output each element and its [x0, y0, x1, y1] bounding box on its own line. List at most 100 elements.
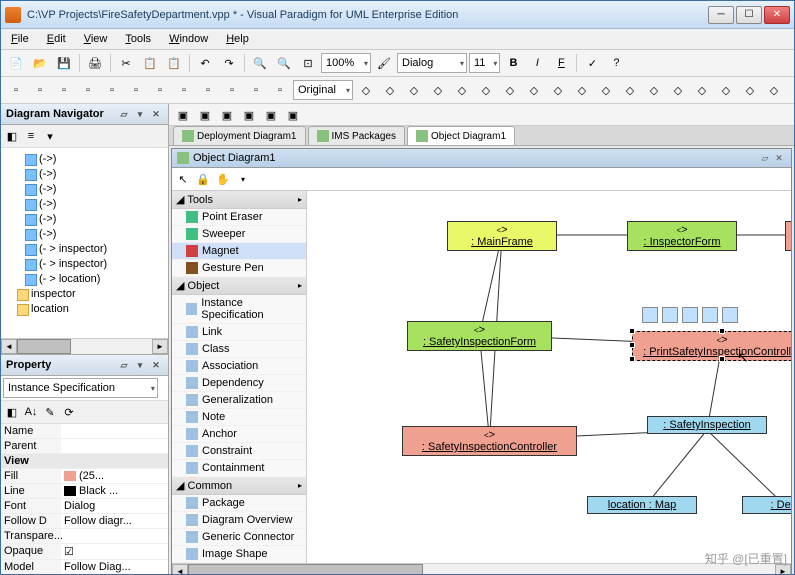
- resize-handle[interactable]: [629, 328, 635, 334]
- tb3-btn-4[interactable]: ▣: [261, 106, 281, 124]
- prop-row[interactable]: Fill(25...: [1, 469, 168, 484]
- uml-object-sic[interactable]: <>: SafetyInspectionController: [402, 426, 577, 456]
- new-icon[interactable]: 📄: [5, 52, 27, 74]
- tb2-btn-6[interactable]: ▫: [149, 79, 171, 101]
- prop-az-icon[interactable]: A↓: [22, 403, 40, 421]
- palette-item[interactable]: Sweeper: [172, 226, 306, 243]
- prop-grid[interactable]: NameParentViewFill(25...LineBlack ...Fon…: [1, 424, 168, 574]
- zoom-combo[interactable]: 100%: [321, 53, 371, 73]
- tb2-btn-7[interactable]: ▫: [173, 79, 195, 101]
- diagram-canvas[interactable]: <>: MainFrame<>: InspectorForm<>: Inspec…: [307, 191, 791, 563]
- tb2-btn-5[interactable]: ▫: [125, 79, 147, 101]
- context-tool-icon[interactable]: [702, 307, 718, 323]
- palette-category[interactable]: ◢ Object▸: [172, 277, 306, 295]
- prop-row[interactable]: FontDialog: [1, 499, 168, 514]
- palette-item[interactable]: Link: [172, 324, 306, 341]
- resize-handle[interactable]: [719, 328, 725, 334]
- tb2-btn2-12[interactable]: ◇: [643, 79, 665, 101]
- tb2-btn2-3[interactable]: ◇: [427, 79, 449, 101]
- tb2-btn-9[interactable]: ▫: [221, 79, 243, 101]
- tb2-btn-8[interactable]: ▫: [197, 79, 219, 101]
- tree-item[interactable]: (- > inspector): [5, 242, 164, 257]
- menu-help[interactable]: Help: [222, 31, 253, 47]
- undo-icon[interactable]: ↶: [194, 52, 216, 74]
- palette-item[interactable]: Note: [172, 409, 306, 426]
- uml-object-inspform[interactable]: <>: InspectorForm: [627, 221, 737, 251]
- palette-item[interactable]: Constraint: [172, 443, 306, 460]
- zoomout-icon[interactable]: 🔍: [273, 52, 295, 74]
- palette-category[interactable]: ◢ Common▸: [172, 477, 306, 495]
- redo-icon[interactable]: ↷: [218, 52, 240, 74]
- tb2-btn2-13[interactable]: ◇: [667, 79, 689, 101]
- tb2-btn-2[interactable]: ▫: [53, 79, 75, 101]
- prop-cat-icon[interactable]: ◧: [3, 403, 21, 421]
- tb3-btn-5[interactable]: ▣: [283, 106, 303, 124]
- paint-icon[interactable]: 🖌: [373, 52, 395, 74]
- palette-item[interactable]: Package: [172, 495, 306, 512]
- cursor-drop-icon[interactable]: ▾: [234, 170, 252, 188]
- palette-item[interactable]: Gesture Pen: [172, 260, 306, 277]
- menu-window[interactable]: Window: [165, 31, 212, 47]
- print-icon[interactable]: 🖨: [84, 52, 106, 74]
- tb2-btn2-9[interactable]: ◇: [571, 79, 593, 101]
- menu-edit[interactable]: Edit: [43, 31, 70, 47]
- tree-item[interactable]: (->): [5, 182, 164, 197]
- prop-edit-icon[interactable]: ✎: [41, 403, 59, 421]
- tree-item[interactable]: (->): [5, 167, 164, 182]
- nav-close-icon[interactable]: ✕: [149, 107, 163, 121]
- tb3-btn-0[interactable]: ▣: [173, 106, 193, 124]
- tb2-btn2-10[interactable]: ◇: [595, 79, 617, 101]
- uml-object-mainframe[interactable]: <>: MainFrame: [447, 221, 557, 251]
- tb2-btn2-15[interactable]: ◇: [715, 79, 737, 101]
- palette-item[interactable]: Dependency: [172, 375, 306, 392]
- tree-item[interactable]: (->): [5, 197, 164, 212]
- palette-item[interactable]: Containment: [172, 460, 306, 477]
- palette-item[interactable]: Anchor: [172, 426, 306, 443]
- palette-item[interactable]: Instance Specification: [172, 295, 306, 324]
- tb2-btn-10[interactable]: ▫: [245, 79, 267, 101]
- nav-scrollbar[interactable]: ◄►: [1, 338, 168, 354]
- tb2-btn2-17[interactable]: ◇: [763, 79, 785, 101]
- tb2-btn2-16[interactable]: ◇: [739, 79, 761, 101]
- resize-handle[interactable]: [719, 356, 725, 362]
- context-tool-icon[interactable]: [682, 307, 698, 323]
- uml-object-sifform[interactable]: <>: SafetyInspectionForm: [407, 321, 552, 351]
- tab-Object-Diagram1[interactable]: Object Diagram1: [407, 126, 515, 145]
- prop-row[interactable]: Name: [1, 424, 168, 439]
- tree-item[interactable]: inspector: [5, 287, 164, 302]
- prop-row[interactable]: LineBlack ...: [1, 484, 168, 499]
- palette-item[interactable]: Diagram Overview: [172, 512, 306, 529]
- tb2-btn2-2[interactable]: ◇: [403, 79, 425, 101]
- prop-pin-icon[interactable]: ▾: [133, 358, 147, 372]
- style-combo[interactable]: Original: [293, 80, 353, 100]
- fontcolor-icon[interactable]: F: [550, 52, 572, 74]
- close-button[interactable]: ✕: [764, 6, 790, 24]
- tb2-btn2-1[interactable]: ◇: [379, 79, 401, 101]
- prop-row[interactable]: Follow DFollow diagr...: [1, 514, 168, 529]
- nav-filter-icon[interactable]: ◧: [3, 127, 21, 145]
- prop-close-icon[interactable]: ✕: [149, 358, 163, 372]
- tb2-btn2-5[interactable]: ◇: [475, 79, 497, 101]
- uml-object-locmap[interactable]: location : Map: [587, 496, 697, 514]
- tab-IMS-Packages[interactable]: IMS Packages: [308, 126, 405, 145]
- cut-icon[interactable]: ✂: [115, 52, 137, 74]
- italic-icon[interactable]: I: [526, 52, 548, 74]
- font-combo[interactable]: Dialog: [397, 53, 467, 73]
- prop-row[interactable]: Transpare...: [1, 529, 168, 544]
- palette-item[interactable]: Point Eraser: [172, 209, 306, 226]
- prop-ref-icon[interactable]: ⟳: [60, 403, 78, 421]
- nav-sort-icon[interactable]: ≡: [22, 127, 40, 145]
- resize-handle[interactable]: [629, 342, 635, 348]
- maximize-button[interactable]: ☐: [736, 6, 762, 24]
- palette-item[interactable]: Magnet: [172, 243, 306, 260]
- menu-view[interactable]: View: [80, 31, 112, 47]
- uml-object-psic[interactable]: <>: PrintSafetyInspectionController: [632, 331, 791, 361]
- tb2-btn2-6[interactable]: ◇: [499, 79, 521, 101]
- tree-item[interactable]: (->): [5, 212, 164, 227]
- nav-pin-icon[interactable]: ▾: [133, 107, 147, 121]
- menu-file[interactable]: FFileile: [7, 31, 33, 47]
- tb3-btn-2[interactable]: ▣: [217, 106, 237, 124]
- paste-icon[interactable]: 📋: [163, 52, 185, 74]
- uml-object-defect[interactable]: : Defect: [742, 496, 791, 514]
- resize-handle[interactable]: [629, 356, 635, 362]
